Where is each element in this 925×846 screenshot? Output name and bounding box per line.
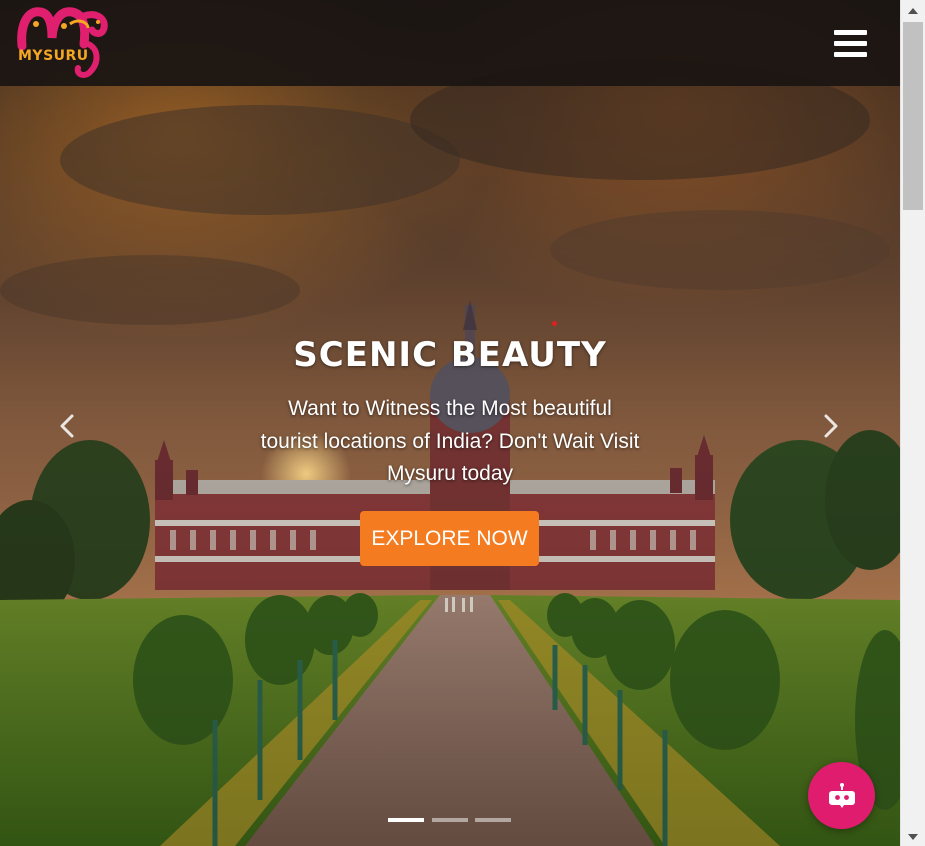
hamburger-bar xyxy=(834,52,867,57)
carousel-indicator-2[interactable] xyxy=(432,818,468,822)
scroll-up-button[interactable] xyxy=(901,2,925,20)
top-navbar: MYSURU xyxy=(0,0,900,86)
chevron-left-icon xyxy=(60,414,74,438)
carousel-prev-button[interactable] xyxy=(49,408,85,444)
hamburger-menu-button[interactable] xyxy=(828,22,872,66)
logo-text: MYSURU xyxy=(18,48,89,64)
caret-down-icon xyxy=(908,834,918,840)
carousel-next-button[interactable] xyxy=(813,408,849,444)
explore-now-button[interactable]: EXPLORE NOW xyxy=(360,511,539,566)
scrollbar-thumb[interactable] xyxy=(903,22,923,210)
carousel-caption: SCENIC BEAUTY Want to Witness the Most b… xyxy=(230,335,670,491)
hero-title: SCENIC BEAUTY xyxy=(293,335,607,375)
chatbot-button[interactable] xyxy=(808,762,875,829)
chevron-right-icon xyxy=(824,414,838,438)
carousel-indicator-3[interactable] xyxy=(475,818,511,822)
caret-up-icon xyxy=(908,8,918,14)
hamburger-menu-icon xyxy=(834,30,867,35)
red-dot-marker xyxy=(552,321,557,326)
hamburger-bar xyxy=(834,41,867,46)
chatbot-icon xyxy=(828,782,855,808)
mysuru-logo[interactable]: MYSURU xyxy=(14,4,110,82)
scroll-down-button[interactable] xyxy=(901,828,925,846)
page-scrollbar[interactable] xyxy=(900,0,925,846)
carousel-indicator-1[interactable] xyxy=(388,818,424,822)
hero-description: Want to Witness the Most beautiful touri… xyxy=(260,397,640,485)
hero-carousel: SCENIC BEAUTY Want to Witness the Most b… xyxy=(0,0,900,846)
